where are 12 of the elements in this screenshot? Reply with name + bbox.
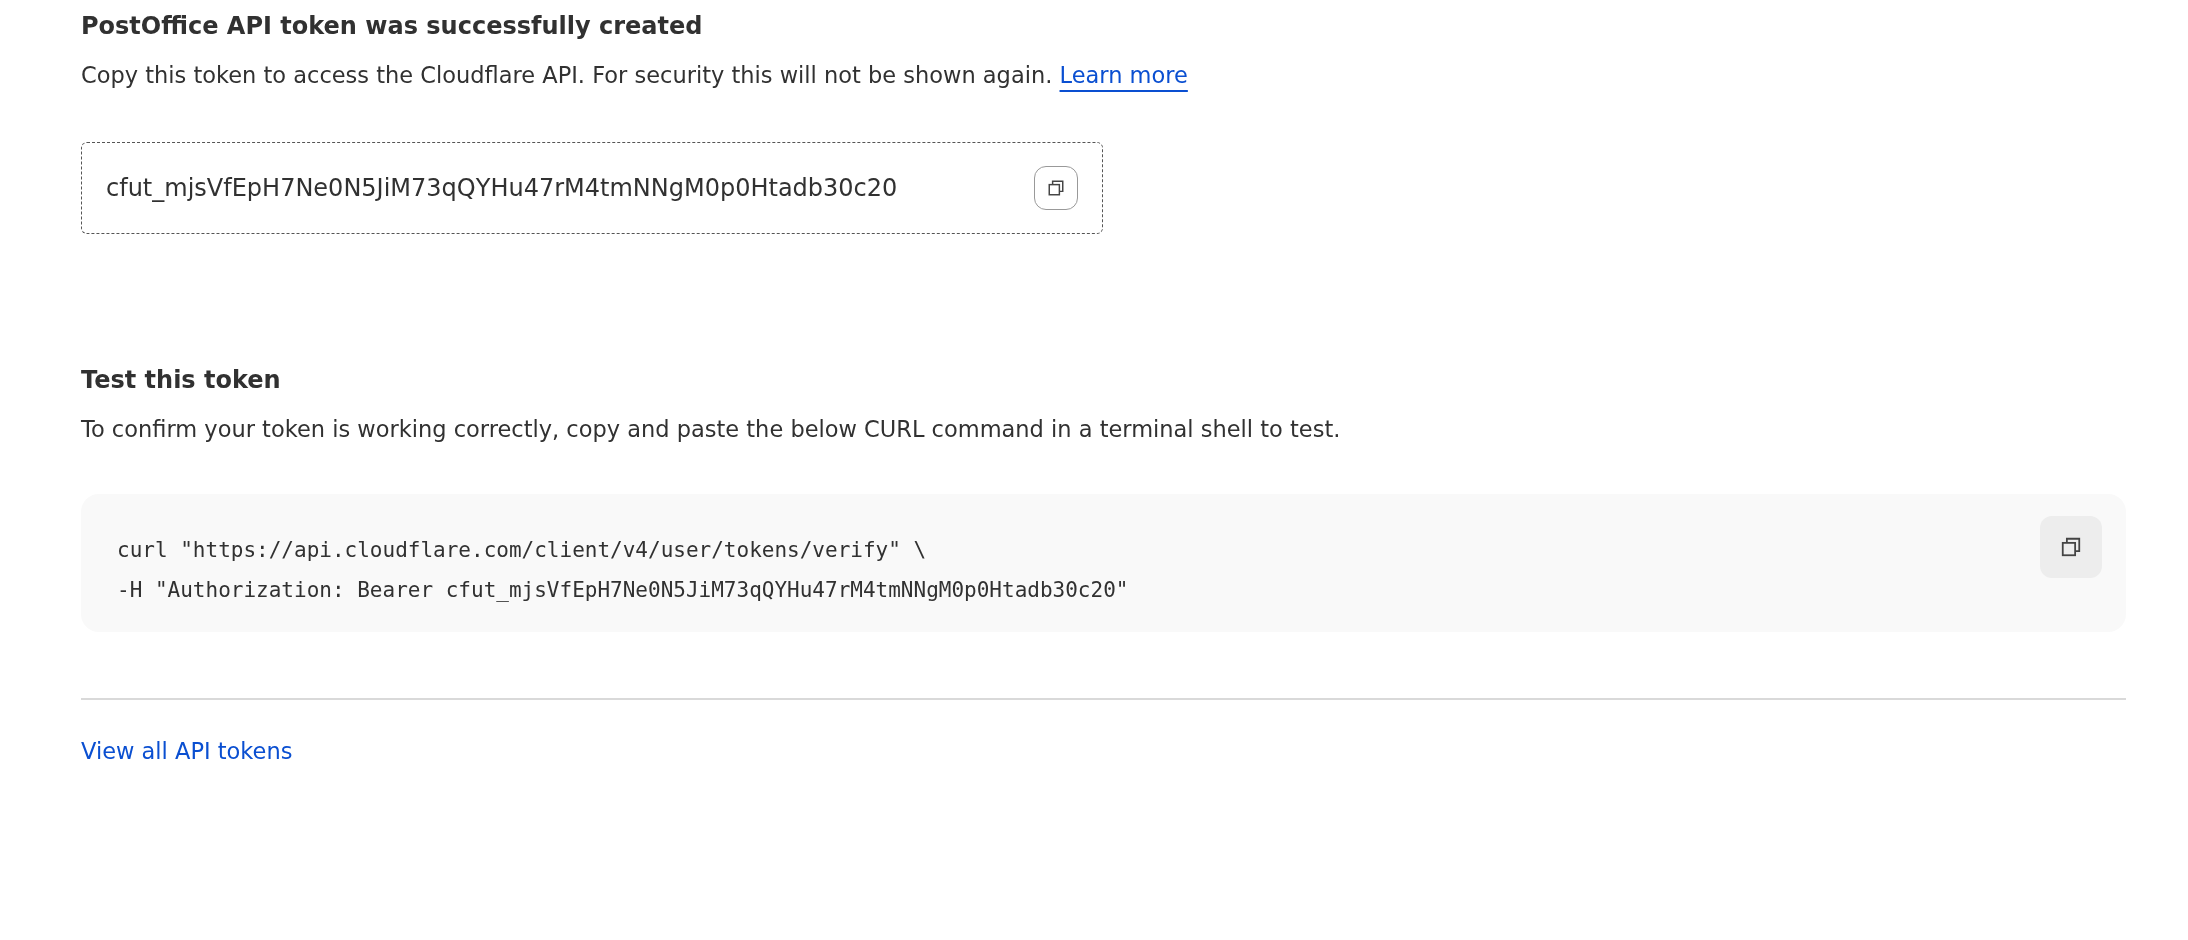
copy-button[interactable] bbox=[2040, 516, 2102, 578]
token-value: cfut_mjsVfEpH7Ne0N5JiM73qQYHu47rM4tmNNgM0p0Htadb30c20 bbox=[106, 173, 899, 204]
copy-button[interactable] bbox=[1034, 166, 1078, 210]
copy-icon bbox=[2060, 536, 2082, 558]
success-description: Copy this token to access the Cloudflare API. For security this will not be shown again. Learn more bbox=[81, 62, 1189, 88]
view-all-tokens-link[interactable]: View all API tokens bbox=[81, 738, 293, 764]
success-title: PostOffice API token was successfully created bbox=[81, 12, 704, 40]
curl-command: curl "https://api.cloudflare.com/client/v4/user/tokens/verify" \ -H "Authorization: Bearer cfut_mjsVfEpH7Ne0N5JiM73qQYHu47rM4tmNNgM0p0Htadb30c20" bbox=[117, 537, 1129, 604]
test-description: To confirm your token is working correctly, copy and paste the below CURL command in a terminal shell to test. bbox=[81, 416, 1342, 442]
test-title: Test this token bbox=[81, 366, 282, 394]
learn-more-link[interactable]: Learn more bbox=[1059, 62, 1188, 88]
copy-icon bbox=[1047, 179, 1065, 197]
